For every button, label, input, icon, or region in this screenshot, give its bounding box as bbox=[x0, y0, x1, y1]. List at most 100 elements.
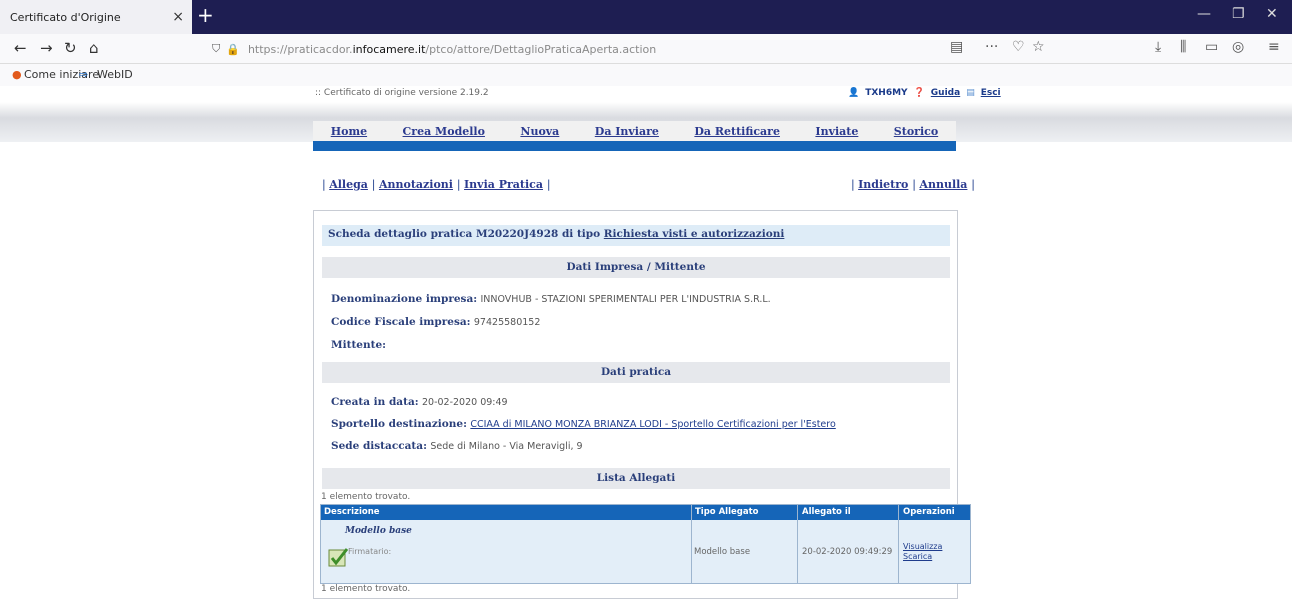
url-path: /ptco/attore/DettaglioPraticaAperta.acti… bbox=[425, 42, 657, 56]
close-tab-icon[interactable]: × bbox=[172, 9, 184, 25]
extension-icon[interactable]: ◎ bbox=[1232, 39, 1244, 55]
home-icon[interactable]: ⌂ bbox=[89, 39, 99, 57]
col-allegato-il: Allegato il bbox=[802, 507, 851, 517]
sportello-label: Sportello destinazione: bbox=[331, 418, 467, 430]
url-prefix: https://praticacdor. bbox=[247, 42, 353, 56]
menu-blue-bar bbox=[313, 141, 956, 151]
bookmark-webid[interactable]: WebID bbox=[97, 68, 133, 81]
shield-icon: ⛉ bbox=[212, 42, 221, 55]
hamburger-menu-icon[interactable]: ≡ bbox=[1268, 39, 1280, 55]
creata-label: Creata in data: bbox=[331, 396, 419, 408]
col-operazioni: Operazioni bbox=[903, 507, 955, 517]
creata-field: Creata in data: 20-02-2020 09:49 bbox=[331, 396, 508, 408]
restore-icon[interactable]: ❐ bbox=[1232, 6, 1245, 22]
row-data: 20-02-2020 09:49:29 bbox=[802, 547, 893, 557]
allegati-table: Descrizione Tipo Allegato Allegato il Op… bbox=[320, 504, 971, 584]
reload-icon[interactable]: ↻ bbox=[64, 39, 77, 57]
annotazioni-link[interactable]: Annotazioni bbox=[379, 178, 453, 191]
section-dati-pratica: Dati pratica bbox=[322, 362, 950, 383]
firefox-icon: ● bbox=[12, 68, 22, 81]
menu-storico[interactable]: Storico bbox=[894, 125, 938, 138]
page-content: :: Certificato di origine versione 2.19.… bbox=[0, 86, 1292, 599]
reader-view-icon[interactable]: ▤ bbox=[950, 39, 963, 55]
menu-da-rettificare[interactable]: Da Rettificare bbox=[694, 125, 780, 138]
menu-crea-modello[interactable]: Crea Modello bbox=[403, 125, 485, 138]
found-count-bottom: 1 elemento trovato. bbox=[321, 584, 411, 594]
esci-link[interactable]: Esci bbox=[981, 88, 1001, 98]
library-icon[interactable]: ⫼ bbox=[1180, 39, 1186, 55]
user-links: 👤 TXH6MY ❓ Guida ▤ Esci bbox=[848, 88, 1001, 98]
codice-fiscale-label: Codice Fiscale impresa: bbox=[331, 316, 471, 328]
mittente-label: Mittente: bbox=[331, 339, 387, 351]
denominazione-field: Denominazione impresa: INNOVHUB - STAZIO… bbox=[331, 293, 771, 305]
found-count-top: 1 elemento trovato. bbox=[321, 492, 411, 502]
new-tab-button[interactable]: + bbox=[197, 3, 214, 27]
download-icon[interactable]: ⤓ bbox=[1155, 39, 1161, 55]
indietro-link[interactable]: Indietro bbox=[858, 178, 908, 191]
close-window-icon[interactable]: ✕ bbox=[1266, 6, 1278, 22]
bookmarks-bar: ● Come iniziare ⇨ WebID bbox=[0, 64, 1292, 86]
invia-pratica-link[interactable]: Invia Pratica bbox=[464, 178, 543, 191]
lock-icon: 🔒 bbox=[226, 42, 240, 56]
actions-right: | Indietro | Annulla | bbox=[850, 178, 975, 191]
row-tipo: Modello base bbox=[694, 547, 751, 557]
minimize-icon[interactable]: — bbox=[1197, 6, 1211, 22]
denominazione-value: INNOVHUB - STAZIONI SPERIMENTALI PER L'I… bbox=[480, 294, 771, 305]
scheda-prefix: Scheda dettaglio pratica M20220J4928 di … bbox=[328, 228, 601, 240]
table-header: Descrizione Tipo Allegato Allegato il Op… bbox=[321, 505, 970, 520]
table-row: Modello base Firmatario: Modello base 20… bbox=[321, 520, 970, 583]
col-descrizione: Descrizione bbox=[324, 507, 380, 517]
actions-left: | Allega | Annotazioni | Invia Pratica | bbox=[322, 178, 551, 191]
browser-tab[interactable]: Certificato d'Origine × bbox=[0, 0, 192, 34]
section-dati-impresa: Dati Impresa / Mittente bbox=[322, 257, 950, 278]
menu-da-inviare[interactable]: Da Inviare bbox=[595, 125, 659, 138]
column-divider bbox=[797, 505, 798, 583]
browser-nav-bar: ← → ↻ ⌂ ⛉ 🔒 https://praticacdor. infocam… bbox=[0, 34, 1292, 64]
annulla-link[interactable]: Annulla bbox=[919, 178, 967, 191]
user-code: TXH6MY bbox=[865, 88, 908, 98]
sede-field: Sede distaccata: Sede di Milano - Via Me… bbox=[331, 440, 583, 452]
version-text: :: Certificato di origine versione 2.19.… bbox=[315, 88, 489, 98]
link-icon: ⇨ bbox=[79, 68, 89, 81]
mittente-field: Mittente: bbox=[331, 339, 386, 351]
tab-title: Certificato d'Origine bbox=[10, 10, 121, 24]
col-tipo-allegato: Tipo Allegato bbox=[695, 507, 759, 517]
codice-fiscale-field: Codice Fiscale impresa: 97425580152 bbox=[331, 316, 540, 328]
sportello-field: Sportello destinazione: CCIAA di MILANO … bbox=[331, 418, 836, 430]
sportello-link[interactable]: CCIAA di MILANO MONZA BRIANZA LODI - Spo… bbox=[470, 419, 835, 430]
url-domain: infocamere.it bbox=[352, 42, 426, 56]
visualizza-link[interactable]: Visualizza bbox=[903, 542, 942, 552]
user-icon: 👤 bbox=[848, 88, 860, 98]
forward-icon[interactable]: → bbox=[40, 39, 53, 57]
main-menu: Home Crea Modello Nuova Da Inviare Da Re… bbox=[313, 121, 956, 141]
back-icon[interactable]: ← bbox=[14, 39, 27, 57]
section-lista-allegati: Lista Allegati bbox=[322, 468, 950, 489]
denominazione-label: Denominazione impresa: bbox=[331, 293, 478, 305]
menu-home[interactable]: Home bbox=[331, 125, 367, 138]
row-operazioni: Visualizza Scarica bbox=[903, 542, 942, 562]
signed-document-icon bbox=[328, 548, 349, 567]
sede-value: Sede di Milano - Via Meravigli, 9 bbox=[430, 441, 583, 452]
exit-icon: ▤ bbox=[966, 88, 975, 98]
column-divider bbox=[691, 505, 692, 583]
sede-label: Sede distaccata: bbox=[331, 440, 427, 452]
sidebar-icon[interactable]: ▭ bbox=[1205, 39, 1218, 55]
bookmark-star-icon[interactable]: ☆ bbox=[1032, 39, 1045, 55]
more-actions-icon[interactable]: ··· bbox=[985, 39, 998, 55]
browser-tab-bar: Certificato d'Origine × + — ❐ ✕ bbox=[0, 0, 1292, 34]
address-bar[interactable]: ⛉ 🔒 https://praticacdor. infocamere.it /… bbox=[212, 37, 1055, 61]
creata-value: 20-02-2020 09:49 bbox=[421, 397, 508, 408]
allega-link[interactable]: Allega bbox=[329, 178, 368, 191]
column-divider bbox=[898, 505, 899, 583]
row-title: Modello base bbox=[345, 526, 412, 536]
row-firmatario: Firmatario: bbox=[348, 547, 392, 556]
scheda-tipo-link[interactable]: Richiesta visti e autorizzazioni bbox=[604, 228, 785, 240]
menu-nuova[interactable]: Nuova bbox=[520, 125, 559, 138]
help-icon: ❓ bbox=[913, 88, 925, 98]
menu-inviate[interactable]: Inviate bbox=[815, 125, 858, 138]
scarica-link[interactable]: Scarica bbox=[903, 552, 942, 562]
codice-fiscale-value: 97425580152 bbox=[473, 317, 541, 328]
scheda-header: Scheda dettaglio pratica M20220J4928 di … bbox=[322, 225, 950, 246]
guida-link[interactable]: Guida bbox=[931, 88, 960, 98]
pocket-icon[interactable]: ♡ bbox=[1012, 39, 1025, 55]
